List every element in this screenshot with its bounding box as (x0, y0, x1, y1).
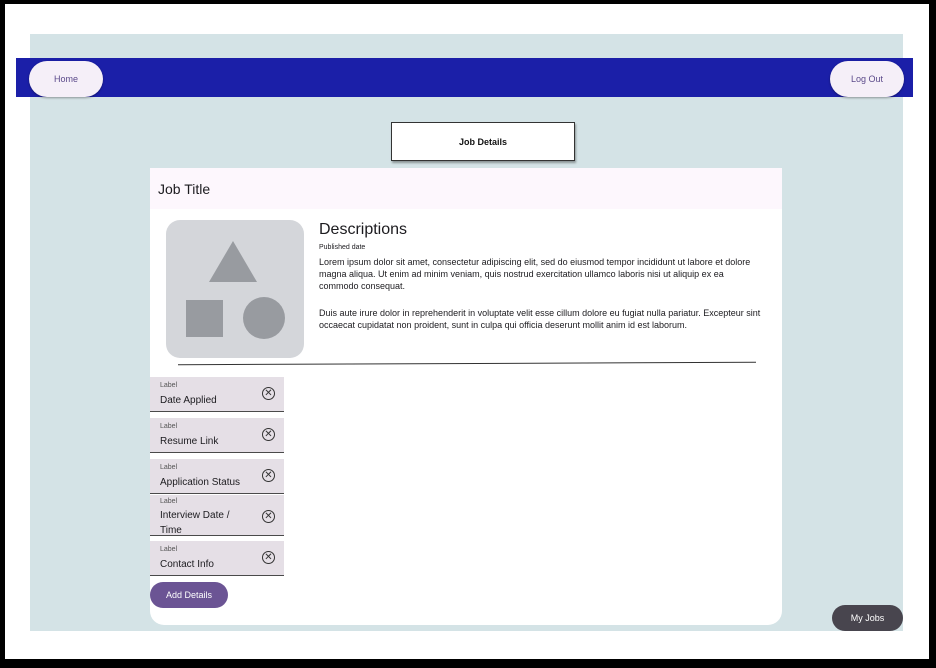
published-date: Published date (319, 244, 366, 251)
resume-link-field[interactable]: Label Resume Link ✕ (150, 418, 284, 453)
field-value: Resume Link (160, 436, 219, 447)
date-applied-field[interactable]: Label Date Applied ✕ (150, 377, 284, 412)
descriptions-heading: Descriptions (319, 221, 408, 238)
clear-icon[interactable]: ✕ (262, 469, 275, 482)
description-paragraph-1: Lorem ipsum dolor sit amet, consectetur … (319, 257, 751, 291)
field-label: Label (160, 546, 178, 553)
home-button[interactable]: Home (29, 61, 103, 97)
field-value: Contact Info (160, 559, 214, 570)
contact-info-field[interactable]: Label Contact Info ✕ (150, 541, 284, 576)
interview-date-field[interactable]: Label Interview Date / Time ✕ (150, 495, 284, 536)
clear-icon[interactable]: ✕ (262, 510, 275, 523)
field-label: Label (160, 498, 178, 505)
add-details-button[interactable]: Add Details (150, 582, 228, 608)
top-nav-bar (16, 58, 913, 97)
clear-icon[interactable]: ✕ (262, 387, 275, 400)
job-card-header: Job Title (150, 168, 782, 209)
field-value: Interview Date / Time (160, 510, 230, 536)
field-value: Date Applied (160, 395, 217, 406)
clear-icon[interactable]: ✕ (262, 428, 275, 441)
clear-icon[interactable]: ✕ (262, 551, 275, 564)
application-status-field[interactable]: Label Application Status ✕ (150, 459, 284, 494)
my-jobs-button[interactable]: My Jobs (832, 605, 903, 631)
field-value: Application Status (160, 477, 241, 488)
description-paragraph-2: Duis aute irure dolor in reprehenderit i… (319, 308, 761, 330)
divider (178, 361, 756, 366)
logout-button[interactable]: Log Out (830, 61, 904, 97)
field-label: Label (160, 423, 178, 430)
field-label: Label (160, 382, 178, 389)
job-details-heading: Job Details (391, 122, 575, 161)
field-label: Label (160, 464, 178, 471)
shapes-placeholder-icon (166, 220, 304, 358)
job-title: Job Title (158, 181, 211, 197)
